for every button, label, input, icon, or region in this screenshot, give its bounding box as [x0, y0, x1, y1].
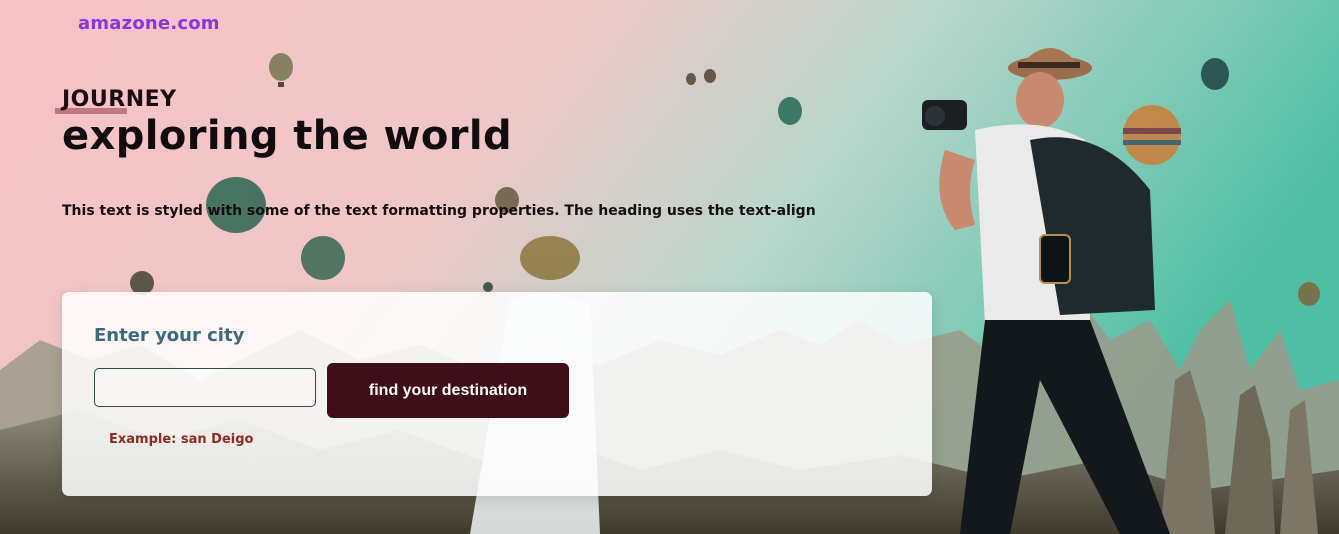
city-input[interactable]: [94, 368, 316, 407]
city-input-label: Enter your city: [94, 325, 245, 346]
find-destination-button[interactable]: find your destination: [327, 363, 569, 418]
brand-logo-text[interactable]: amazone.com: [78, 13, 220, 34]
example-hint: Example: san Deigo: [109, 432, 254, 447]
hero-section: amazone.com JOURNEY exploring the world …: [0, 0, 1339, 534]
hero-headline: exploring the world: [62, 113, 512, 159]
hero-kicker: JOURNEY: [62, 87, 177, 112]
search-card: Enter your city find your destination Ex…: [62, 292, 932, 496]
hero-description: This text is styled with some of the tex…: [62, 203, 816, 219]
